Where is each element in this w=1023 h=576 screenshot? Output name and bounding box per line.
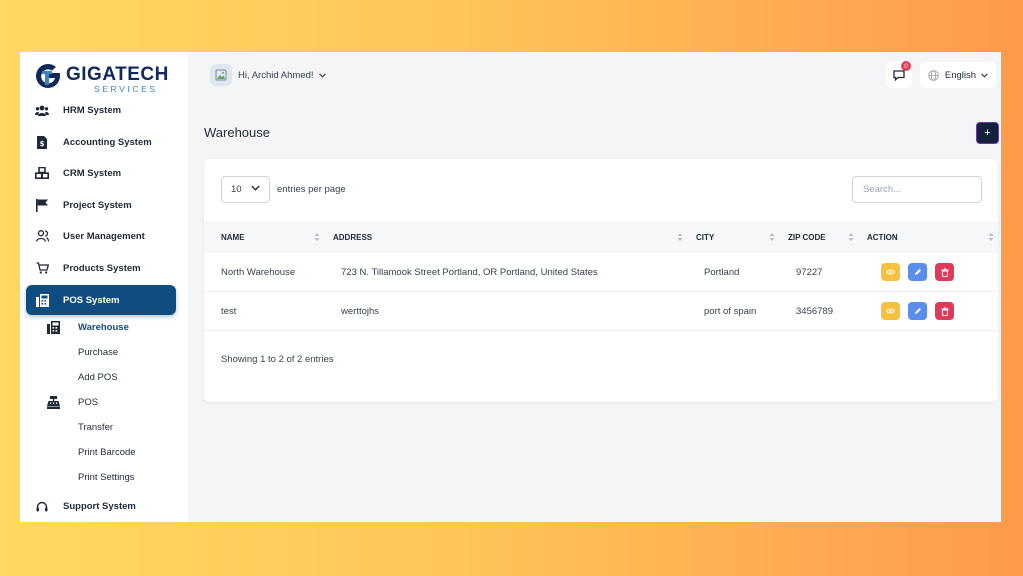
cubes-icon <box>32 167 52 179</box>
table-header: NAME ADDRESS CITY ZIP CODE ACTION <box>204 221 998 253</box>
sidebar-item-pos[interactable]: POS System <box>26 285 176 315</box>
warehouse-table-card: 10 entries per page NAME ADDRESS CITY ZI… <box>204 159 998 402</box>
sidebar-item-label: CRM System <box>63 167 122 179</box>
cell-name: North Warehouse <box>221 267 296 278</box>
user-greeting: Hi, Archid Ahmed! <box>238 69 314 81</box>
table-row: test werttojhs port of spain 3456789 <box>204 292 998 331</box>
language-label: English <box>944 69 977 81</box>
sidebar-item-products[interactable]: Products System <box>26 254 176 282</box>
edit-button[interactable] <box>908 302 927 320</box>
sidebar-subitem-print-barcode[interactable]: Print Barcode <box>78 447 136 458</box>
image-placeholder-icon <box>215 69 227 81</box>
svg-text:$: $ <box>40 140 45 148</box>
column-header-action[interactable]: ACTION <box>867 221 898 253</box>
avatar <box>210 64 232 86</box>
sidebar-item-hrm[interactable]: HRM System <box>26 96 176 124</box>
chat-icon <box>893 70 905 81</box>
column-header-address[interactable]: ADDRESS <box>333 221 372 253</box>
notifications-button[interactable]: 0 <box>886 61 912 88</box>
sidebar-subitem-purchase[interactable]: Purchase <box>78 347 118 358</box>
delete-button[interactable] <box>935 302 954 320</box>
pencil-icon <box>914 308 921 314</box>
cash-register-icon <box>47 396 60 414</box>
fax-icon <box>47 321 60 339</box>
cell-name: test <box>221 306 237 317</box>
cart-icon <box>32 262 52 274</box>
cell-zip: 97227 <box>796 267 823 278</box>
sidebar-item-accounting[interactable]: $ Accounting System <box>26 128 176 156</box>
app-window: GIGATECH SERVICES HRM System $ Accountin… <box>20 52 1001 522</box>
brand-name: GIGATECH <box>66 64 169 85</box>
cell-zip: 3456789 <box>796 306 833 317</box>
sort-icon[interactable] <box>314 232 320 242</box>
entries-per-page-value: 10 <box>231 184 242 195</box>
trash-icon <box>941 306 948 316</box>
sidebar-item-crm[interactable]: CRM System <box>26 159 176 187</box>
view-button[interactable] <box>881 302 900 320</box>
cell-city: port of spain <box>704 306 757 317</box>
notification-badge: 0 <box>901 61 911 71</box>
add-warehouse-button[interactable]: + <box>977 123 998 143</box>
eye-icon <box>886 308 895 314</box>
flag-icon <box>32 198 52 212</box>
chevron-down-icon <box>981 72 988 78</box>
cell-address: 723 N. Tillamook Street Portland, OR Por… <box>341 267 598 278</box>
sidebar-item-label: Support System <box>63 500 136 512</box>
sidebar-item-user-management[interactable]: User Management <box>26 222 176 250</box>
sort-icon[interactable] <box>769 232 775 242</box>
headset-icon <box>32 501 52 512</box>
entries-per-page-select[interactable]: 10 <box>221 176 270 203</box>
row-actions <box>881 263 962 281</box>
fax-icon <box>32 293 52 307</box>
row-actions <box>881 302 962 320</box>
sidebar-subitem-transfer[interactable]: Transfer <box>78 422 113 433</box>
pagination-info: Showing 1 to 2 of 2 entries <box>221 354 334 365</box>
table-row: North Warehouse 723 N. Tillamook Street … <box>204 253 998 292</box>
brand-tagline: SERVICES <box>94 84 158 94</box>
view-button[interactable] <box>881 263 900 281</box>
sidebar-item-label: POS System <box>63 294 120 306</box>
invoice-icon: $ <box>32 135 52 149</box>
sidebar-item-label: User Management <box>63 230 145 242</box>
sidebar-item-label: HRM System <box>63 104 122 116</box>
language-selector[interactable]: English <box>920 62 996 88</box>
chevron-down-icon <box>251 185 260 191</box>
sidebar-subitem-warehouse[interactable]: Warehouse <box>78 322 129 333</box>
sidebar-subitem-print-settings[interactable]: Print Settings <box>78 472 135 483</box>
trash-icon <box>941 267 948 277</box>
sort-icon[interactable] <box>988 232 994 242</box>
globe-icon <box>928 69 939 81</box>
column-header-name[interactable]: NAME <box>221 221 245 253</box>
column-header-city[interactable]: CITY <box>696 221 714 253</box>
users-icon <box>32 105 52 116</box>
sidebar-subitem-add-pos[interactable]: Add POS <box>78 372 118 383</box>
sidebar-subitem-pos[interactable]: POS <box>78 397 98 408</box>
brand-logo[interactable]: GIGATECH SERVICES <box>34 62 184 94</box>
column-header-zip-code[interactable]: ZIP CODE <box>788 221 826 253</box>
pencil-icon <box>914 269 921 275</box>
sidebar-item-label: Project System <box>63 199 132 211</box>
cell-address: werttojhs <box>341 306 380 317</box>
sidebar: GIGATECH SERVICES HRM System $ Accountin… <box>20 52 188 522</box>
cell-city: Portland <box>704 267 740 278</box>
chevron-down-icon <box>318 72 326 78</box>
page-title: Warehouse <box>204 125 270 140</box>
edit-button[interactable] <box>908 263 927 281</box>
delete-button[interactable] <box>935 263 954 281</box>
sidebar-item-label: Accounting System <box>63 136 152 148</box>
entries-per-page-label: entries per page <box>277 184 346 195</box>
eye-icon <box>886 269 895 275</box>
sort-icon[interactable] <box>677 232 683 242</box>
search-input[interactable] <box>852 176 982 203</box>
sidebar-item-label: Products System <box>63 262 141 274</box>
user-icon <box>32 230 52 242</box>
sidebar-item-support[interactable]: Support System <box>26 492 176 520</box>
user-menu[interactable]: Hi, Archid Ahmed! <box>210 62 326 88</box>
sort-icon[interactable] <box>848 232 854 242</box>
sidebar-item-project[interactable]: Project System <box>26 191 176 219</box>
logo-mark-icon <box>36 63 60 88</box>
